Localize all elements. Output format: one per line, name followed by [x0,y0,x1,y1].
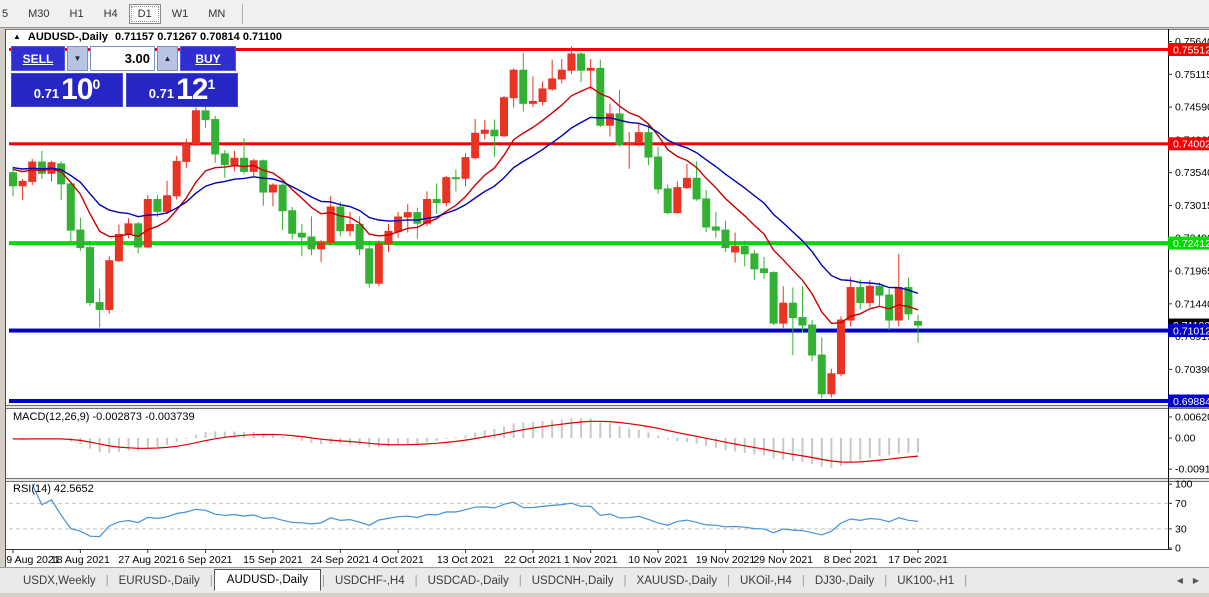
timeframe-button-h4[interactable]: H4 [95,4,127,24]
chart-header: ▲ AUDUSD-,Daily 0.71157 0.71267 0.70814 … [13,31,282,43]
buy-price-pips: 12 [176,76,207,104]
timeframe-button-w1[interactable]: W1 [163,4,198,24]
svg-text:0: 0 [1175,543,1181,555]
svg-text:0.73540: 0.73540 [1175,167,1209,179]
timeframe-button-d1[interactable]: D1 [129,4,161,24]
svg-text:0.71012: 0.71012 [1173,325,1209,337]
volume-increase-button[interactable]: ▲ [157,46,178,71]
svg-text:0.74002: 0.74002 [1173,139,1209,151]
svg-text:18 Aug 2021: 18 Aug 2021 [51,554,110,566]
tab-usdchf-h4[interactable]: USDCHF-,H4 [326,571,414,591]
svg-text:29 Nov 2021: 29 Nov 2021 [753,554,813,566]
chart-ohlc-readout: 0.71157 0.71267 0.70814 0.71100 [115,31,282,43]
price-chart-surface[interactable]: 0.756400.751150.745900.740650.735400.730… [6,29,1209,567]
spinner-up-icon: ▲ [164,54,172,63]
macd-indicator-label: MACD(12,26,9) -0.002873 -0.003739 [13,411,195,423]
buy-price-prefix: 0.71 [149,84,174,104]
svg-text:1 Nov 2021: 1 Nov 2021 [564,554,618,566]
tab-usdcnh-daily[interactable]: USDCNH-,Daily [523,571,623,591]
buy-price-tile[interactable]: 0.71 12 1 [126,73,238,107]
svg-text:0.70390: 0.70390 [1175,364,1209,376]
svg-text:15 Sep 2021: 15 Sep 2021 [243,554,303,566]
chart-frame [6,29,1209,567]
svg-text:70: 70 [1175,498,1187,510]
rsi-indicator-label: RSI(14) 42.5652 [13,483,94,495]
svg-text:22 Oct 2021: 22 Oct 2021 [504,554,561,566]
spinner-down-icon: ▼ [74,54,82,63]
volume-decrease-button[interactable]: ▼ [67,46,88,71]
buy-button[interactable]: BUY [180,46,236,71]
svg-text:6 Sep 2021: 6 Sep 2021 [179,554,233,566]
svg-text:10 Nov 2021: 10 Nov 2021 [628,554,688,566]
sell-price-point: 0 [92,78,100,90]
timeframe-toolbar: 5M30H1H4D1W1MN [0,0,1209,28]
buy-price-point: 1 [207,78,215,90]
volume-input[interactable] [90,46,155,71]
buy-button-label: BUY [195,52,220,66]
svg-text:24 Sep 2021: 24 Sep 2021 [311,554,371,566]
svg-text:0.74590: 0.74590 [1175,102,1209,114]
collapse-chart-icon[interactable]: ▲ [13,32,21,41]
toolbar-separator [242,4,243,24]
svg-text:13 Oct 2021: 13 Oct 2021 [437,554,494,566]
tab-uk100-h1[interactable]: UK100-,H1 [888,571,963,591]
timeframe-button-mn[interactable]: MN [199,4,234,24]
tab-scroll-nav: ◀▶ [1177,576,1199,585]
svg-text:0.71965: 0.71965 [1175,266,1209,278]
tab-eurusd-daily[interactable]: EURUSD-,Daily [110,571,209,591]
tab-xauusd-daily[interactable]: XAUUSD-,Daily [628,571,727,591]
tab-usdx-weekly[interactable]: USDX,Weekly [14,571,105,591]
svg-text:100: 100 [1175,479,1193,491]
sell-price-tile[interactable]: 0.71 10 0 [11,73,123,107]
timeframe-button-h1[interactable]: H1 [61,4,93,24]
sell-button[interactable]: SELL [11,46,65,71]
timeframe-button-5[interactable]: 5 [0,4,17,24]
tab-dj30-daily[interactable]: DJ30-,Daily [806,571,883,591]
svg-text:0.00: 0.00 [1175,433,1196,445]
svg-text:30: 30 [1175,523,1187,535]
chart-symbol-title: AUDUSD-,Daily [28,31,108,43]
one-click-trade-panel: SELL ▼ ▲ BUY 0.71 10 0 0.71 12 1 [11,46,238,107]
tab-usdcad-daily[interactable]: USDCAD-,Daily [419,571,518,591]
svg-text:0.75115: 0.75115 [1175,69,1209,81]
svg-text:0.75512: 0.75512 [1173,44,1209,56]
symbol-tab-bar: USDX,Weekly|EURUSD-,Daily|AUDUSD-,Daily|… [0,567,1209,593]
svg-text:0.71440: 0.71440 [1175,298,1209,310]
sell-button-label: SELL [23,52,54,66]
tab-separator: | [963,575,968,587]
tab-audusd-daily[interactable]: AUDUSD-,Daily [214,569,321,591]
svg-text:4 Oct 2021: 4 Oct 2021 [372,554,424,566]
svg-text:0.72412: 0.72412 [1173,238,1209,250]
svg-text:8 Dec 2021: 8 Dec 2021 [824,554,878,566]
svg-text:19 Nov 2021: 19 Nov 2021 [696,554,756,566]
timeframe-button-m30[interactable]: M30 [19,4,58,24]
svg-text:27 Aug 2021: 27 Aug 2021 [118,554,177,566]
svg-text:0.69884: 0.69884 [1173,396,1209,408]
tab-ukoil-h4[interactable]: UKOil-,H4 [731,571,801,591]
svg-text:0.006201: 0.006201 [1175,411,1209,423]
svg-text:17 Dec 2021: 17 Dec 2021 [888,554,948,566]
svg-text:-0.009197: -0.009197 [1175,464,1209,476]
sell-price-prefix: 0.71 [34,84,59,104]
svg-text:0.73015: 0.73015 [1175,200,1209,212]
sell-price-pips: 10 [61,76,92,104]
tab-scroll-right-icon[interactable]: ▶ [1193,576,1199,585]
tab-scroll-left-icon[interactable]: ◀ [1177,576,1183,585]
chart-window: ▲ AUDUSD-,Daily 0.71157 0.71267 0.70814 … [5,29,1209,567]
